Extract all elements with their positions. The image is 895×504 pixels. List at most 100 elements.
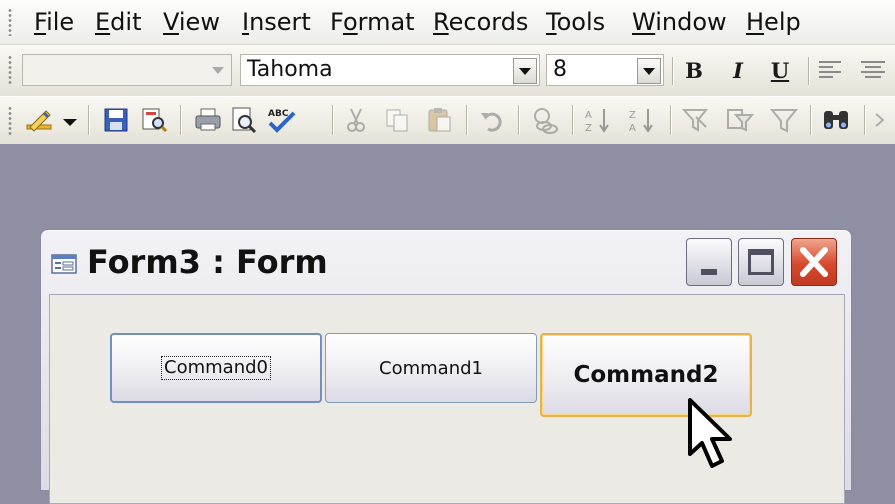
formatting-toolbar: Tahoma 8 B I U — [0, 45, 895, 97]
design-view-icon — [26, 110, 52, 132]
chevron-down-icon — [63, 119, 77, 126]
copy-icon — [386, 109, 408, 132]
align-center-button[interactable] — [858, 58, 892, 88]
menu-file[interactable]: File — [34, 7, 74, 37]
filter-form-icon — [727, 109, 755, 132]
form-title: Form3 : Form — [87, 243, 328, 281]
toolbar-separator — [180, 105, 181, 135]
cut-button[interactable] — [340, 105, 374, 135]
paste-icon — [428, 108, 451, 132]
toolbar-separator — [808, 57, 809, 85]
chevron-down-icon — [212, 66, 224, 74]
svg-text:Z: Z — [585, 123, 592, 134]
form-design-toolbar-grip[interactable] — [8, 106, 12, 136]
minimize-button[interactable] — [686, 238, 732, 286]
file-search-button[interactable] — [138, 105, 172, 135]
view-dropdown-button[interactable] — [58, 105, 82, 135]
close-icon — [800, 247, 828, 277]
menu-tools[interactable]: Tools — [546, 7, 605, 37]
command1-button[interactable]: Command1 — [325, 333, 537, 403]
apply-filter-button[interactable] — [768, 105, 802, 135]
menu-help[interactable]: Help — [746, 7, 801, 37]
chevron-right-icon — [875, 113, 885, 127]
menu-bar-grip[interactable] — [8, 8, 12, 36]
menu-format[interactable]: Format — [330, 7, 415, 37]
form-icon — [51, 254, 77, 274]
menu-insert[interactable]: Insert — [242, 7, 311, 37]
view-button[interactable] — [24, 105, 54, 135]
spelling-icon: ABC — [268, 109, 296, 133]
toolbar-separator — [332, 105, 333, 135]
print-preview-icon — [232, 107, 257, 134]
file-search-icon — [142, 108, 168, 133]
spelling-button[interactable]: ABC — [264, 105, 298, 135]
toolbar-overflow-button[interactable] — [870, 105, 890, 135]
filter-by-selection-button[interactable] — [680, 105, 714, 135]
italic-button[interactable]: I — [724, 56, 752, 86]
toolbar-separator — [810, 105, 811, 135]
paste-button[interactable] — [424, 105, 458, 135]
align-center-icon — [861, 61, 885, 78]
align-left-icon — [819, 61, 841, 78]
save-button[interactable] — [100, 105, 134, 135]
menu-view[interactable]: View — [163, 7, 220, 37]
font-size-dropdown[interactable] — [637, 58, 661, 84]
command2-label: Command2 — [573, 362, 719, 388]
svg-text:A: A — [585, 110, 592, 121]
sort-ascending-icon: A Z — [585, 109, 609, 134]
menu-records[interactable]: Records — [433, 7, 528, 37]
toolbar-separator — [88, 105, 89, 135]
formatting-toolbar-grip[interactable] — [8, 55, 12, 85]
svg-text:A: A — [629, 123, 636, 134]
undo-icon — [481, 112, 502, 132]
underline-button[interactable]: U — [766, 56, 794, 86]
close-button[interactable] — [791, 238, 837, 286]
object-combo[interactable] — [22, 54, 232, 86]
print-button[interactable] — [192, 105, 226, 135]
form-title-bar[interactable]: Form3 : Form — [41, 230, 851, 294]
font-name-combo[interactable]: Tahoma — [240, 54, 540, 86]
command0-button[interactable]: Command0 — [110, 333, 322, 403]
filter-by-form-button[interactable] — [724, 105, 758, 135]
bold-button[interactable]: B — [680, 56, 708, 86]
menu-edit[interactable]: Edit — [95, 7, 141, 37]
find-button[interactable] — [820, 105, 854, 135]
toolbar-separator — [864, 105, 865, 135]
access-application: File Edit View Insert Format Records Too… — [0, 0, 895, 504]
menu-bar: File Edit View Insert Format Records Too… — [0, 0, 895, 45]
binoculars-icon — [824, 111, 848, 129]
copy-button[interactable] — [382, 105, 416, 135]
scissors-icon — [347, 108, 365, 132]
toolbar-separator — [572, 105, 573, 135]
hyperlink-icon — [534, 108, 558, 134]
toolbar-separator — [518, 105, 519, 135]
minimize-icon — [701, 269, 717, 275]
chevron-down-icon — [643, 67, 655, 75]
save-icon — [104, 108, 128, 132]
filter-icon — [769, 109, 799, 133]
font-name-value: Tahoma — [247, 57, 333, 82]
chevron-down-icon — [519, 67, 531, 75]
svg-text:ABC: ABC — [268, 109, 289, 119]
undo-button[interactable] — [476, 105, 510, 135]
object-combo-dropdown[interactable] — [207, 58, 229, 82]
toolbar-separator — [466, 105, 467, 135]
sort-descending-button[interactable]: Z A — [626, 105, 660, 135]
font-name-dropdown[interactable] — [513, 58, 537, 84]
font-size-combo[interactable]: 8 — [546, 54, 664, 86]
print-icon — [195, 108, 221, 131]
sort-ascending-button[interactable]: A Z — [582, 105, 616, 135]
maximize-button[interactable] — [738, 238, 784, 286]
form-design-toolbar: ABC A Z Z A — [0, 96, 895, 145]
toolbar-separator — [672, 57, 673, 85]
hyperlink-button[interactable] — [530, 105, 564, 135]
sort-descending-icon: Z A — [629, 109, 653, 134]
svg-text:Z: Z — [629, 110, 636, 121]
align-left-button[interactable] — [816, 58, 850, 88]
menu-window[interactable]: Window — [632, 7, 727, 37]
command1-label: Command1 — [379, 357, 483, 379]
toolbar-separator — [670, 105, 671, 135]
print-preview-button[interactable] — [228, 105, 262, 135]
filter-selection-icon — [681, 109, 709, 132]
command0-label: Command0 — [161, 356, 271, 380]
